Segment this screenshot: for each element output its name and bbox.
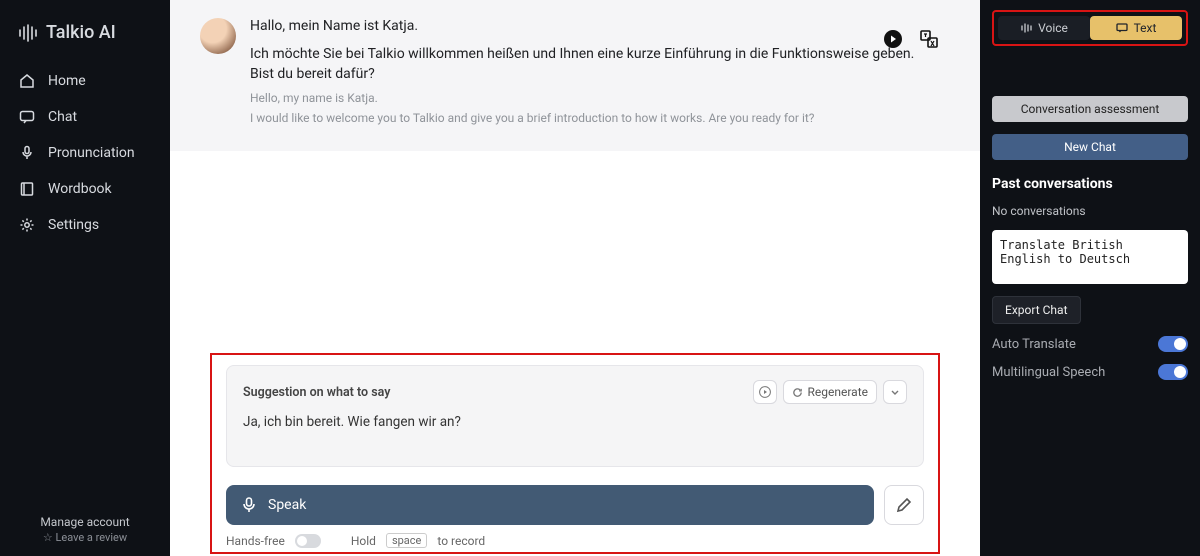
past-conversations-heading: Past conversations <box>992 176 1188 192</box>
auto-translate-label: Auto Translate <box>992 337 1076 352</box>
assistant-message: Hallo, mein Name ist Katja. Ich möchte S… <box>170 0 980 151</box>
new-chat-button[interactable]: New Chat <box>992 134 1188 160</box>
conversation-assessment-button[interactable]: Conversation assessment <box>992 96 1188 122</box>
voice-label: Voice <box>1038 21 1068 35</box>
message-body: Hallo, mein Name ist Katja. Ich möchte S… <box>250 18 940 131</box>
handsfree-label: Hands-free <box>226 534 285 548</box>
past-conversations-empty: No conversations <box>992 204 1188 218</box>
speak-button[interactable]: Speak <box>226 485 874 525</box>
leave-review-link[interactable]: ☆ Leave a review <box>0 531 170 544</box>
nav-wordbook[interactable]: Wordbook <box>0 171 170 207</box>
multilingual-row: Multilingual Speech <box>992 364 1188 380</box>
instruction-textarea[interactable] <box>992 230 1188 284</box>
waveform-icon <box>18 24 38 42</box>
nav-label: Home <box>48 73 86 89</box>
handsfree-toggle[interactable] <box>295 534 321 548</box>
export-chat-button[interactable]: Export Chat <box>992 296 1081 324</box>
microphone-icon <box>242 497 256 513</box>
nav-pronunciation[interactable]: Pronunciation <box>0 135 170 171</box>
main-area: Hallo, mein Name ist Katja. Ich möchte S… <box>170 0 980 556</box>
brand-name: Talkio AI <box>46 22 116 43</box>
right-panel: Voice Text Conversation assessment New C… <box>980 0 1200 556</box>
play-suggestion-button[interactable] <box>753 380 777 404</box>
brand-logo: Talkio AI <box>0 14 170 63</box>
speak-label: Speak <box>268 497 306 513</box>
mode-toggle-highlight: Voice Text <box>992 10 1188 46</box>
nav-settings[interactable]: Settings <box>0 207 170 243</box>
nav-label: Settings <box>48 217 99 233</box>
nav-label: Wordbook <box>48 181 112 197</box>
nav-home[interactable]: Home <box>0 63 170 99</box>
nav-label: Pronunciation <box>48 145 135 161</box>
play-audio-button[interactable] <box>882 28 904 50</box>
message-greeting: Hallo, mein Name ist Katja. <box>250 18 940 34</box>
book-icon <box>18 181 36 197</box>
nav-label: Chat <box>48 109 77 125</box>
message-actions <box>882 28 940 50</box>
text-label: Text <box>1134 21 1157 35</box>
space-key: space <box>386 533 427 548</box>
sidebar-footer: Manage account ☆ Leave a review <box>0 509 170 548</box>
multilingual-toggle[interactable] <box>1158 364 1188 380</box>
suggestion-expand-button[interactable] <box>883 380 907 404</box>
nav-chat[interactable]: Chat <box>0 99 170 135</box>
waveform-icon <box>1020 23 1032 33</box>
multilingual-label: Multilingual Speech <box>992 365 1105 380</box>
voice-mode-tab[interactable]: Voice <box>998 16 1090 40</box>
translate-icon[interactable] <box>918 28 940 50</box>
message-text: Ich möchte Sie bei Talkio willkommen hei… <box>250 44 940 85</box>
regenerate-label: Regenerate <box>808 385 869 399</box>
translation-line-2: I would like to welcome you to Talkio an… <box>250 111 940 125</box>
suggestion-title: Suggestion on what to say <box>243 385 390 400</box>
avatar <box>200 18 236 54</box>
suggestion-text: Ja, ich bin bereit. Wie fangen wir an? <box>243 414 907 430</box>
chat-icon <box>1116 23 1128 33</box>
regenerate-button[interactable]: Regenerate <box>783 380 878 404</box>
chat-icon <box>18 109 36 125</box>
hold-label: Hold <box>351 534 376 548</box>
left-sidebar: Talkio AI Home Chat Pronunciation Wordbo… <box>0 0 170 556</box>
text-mode-tab[interactable]: Text <box>1090 16 1182 40</box>
auto-translate-row: Auto Translate <box>992 336 1188 352</box>
microphone-icon <box>18 145 36 161</box>
gear-icon <box>18 217 36 233</box>
record-hint: Hands-free Hold space to record <box>226 533 924 548</box>
suggestion-card: Suggestion on what to say Regenerate Ja,… <box>226 365 924 467</box>
primary-nav: Home Chat Pronunciation Wordbook Setting… <box>0 63 170 509</box>
manage-account-link[interactable]: Manage account <box>0 515 170 529</box>
auto-translate-toggle[interactable] <box>1158 336 1188 352</box>
record-tail: to record <box>437 534 485 548</box>
home-icon <box>18 73 36 89</box>
input-area-highlight: Suggestion on what to say Regenerate Ja,… <box>210 353 940 554</box>
translation-line-1: Hello, my name is Katja. <box>250 91 940 105</box>
edit-text-button[interactable] <box>884 485 924 525</box>
